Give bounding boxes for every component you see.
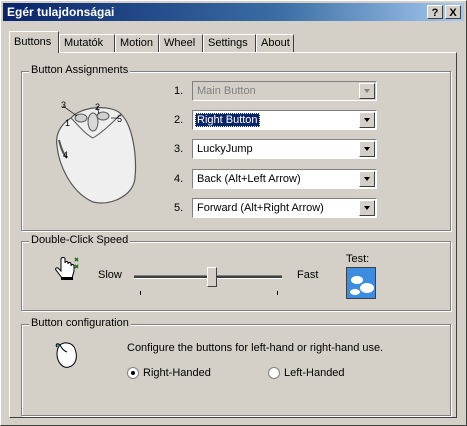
button-2-select[interactable]: Right Button (192, 110, 377, 130)
dropdown-arrow-icon[interactable] (359, 141, 375, 157)
mouse-label-2: 2 (95, 102, 100, 112)
double-click-speed-title: Double-Click Speed (29, 234, 131, 246)
row-number-2: 2. (174, 114, 184, 126)
mouse-label-1: 1 (65, 118, 70, 128)
help-button[interactable]: ? (427, 5, 443, 19)
button-5-select[interactable]: Forward (Alt+Right Arrow) (192, 198, 377, 218)
test-area[interactable] (346, 267, 376, 299)
dropdown-arrow-icon[interactable] (359, 200, 375, 216)
window-title: Egér tulajdonságai (7, 5, 115, 19)
button-configuration-title: Button configuration (29, 317, 131, 329)
left-handed-label[interactable]: Left-Handed (284, 367, 345, 379)
dropdown-arrow-icon[interactable] (359, 171, 375, 187)
mouse-label-5: 5 (117, 114, 122, 124)
test-label: Test: (346, 253, 370, 265)
tab-about[interactable]: About (256, 34, 294, 52)
button-1-select: Main Button (192, 81, 377, 101)
button-configuration-group: Button configuration (21, 317, 451, 416)
dropdown-arrow-icon (359, 83, 375, 99)
button-3-select[interactable]: LuckyJump (192, 139, 377, 159)
left-handed-radio[interactable] (268, 367, 280, 379)
button-4-value: Back (Alt+Left Arrow) (197, 173, 301, 185)
button-3-value: LuckyJump (197, 143, 253, 155)
button-1-value: Main Button (197, 85, 256, 97)
hand-pointer-icon (55, 257, 79, 280)
mouse-config-icon (55, 342, 77, 368)
tab-wheel[interactable]: Wheel (159, 34, 203, 52)
row-number-5: 5. (174, 202, 184, 214)
dropdown-arrow-icon[interactable] (359, 112, 375, 128)
button-2-value: Right Button (195, 113, 260, 127)
button-assignments-title: Button Assignments (29, 64, 131, 76)
slow-label: Slow (98, 269, 122, 281)
right-handed-label[interactable]: Right-Handed (143, 367, 211, 379)
tab-settings[interactable]: Settings (203, 34, 256, 52)
close-button[interactable]: X (445, 5, 461, 19)
jack-in-box-icon (347, 268, 375, 298)
button-5-value: Forward (Alt+Right Arrow) (197, 202, 324, 214)
mouse-label-3: 3 (61, 100, 66, 110)
mouse-label-4: 4 (63, 150, 68, 160)
row-number-4: 4. (174, 173, 184, 185)
fast-label: Fast (297, 269, 319, 281)
speed-slider[interactable] (134, 267, 284, 299)
button-4-select[interactable]: Back (Alt+Left Arrow) (192, 169, 377, 189)
slider-tick-right (277, 291, 278, 295)
mouse-illustration: 3 2 1 5 4 (56, 100, 137, 204)
tab-mutatok[interactable]: Mutatók (59, 34, 115, 52)
mouse-properties-window: Egér tulajdonságai ? X Buttons Mutatók M… (0, 0, 467, 426)
slider-tick-left (140, 291, 141, 295)
row-number-1: 1. (174, 85, 184, 97)
row-number-3: 3. (174, 143, 184, 155)
tab-buttons[interactable]: Buttons (9, 31, 59, 53)
right-handed-radio[interactable] (127, 367, 139, 379)
slider-thumb[interactable] (207, 267, 217, 287)
config-description: Configure the buttons for left-hand or r… (127, 342, 384, 354)
title-bar[interactable]: Egér tulajdonságai ? X (3, 3, 464, 21)
tab-motion[interactable]: Motion (115, 34, 159, 52)
